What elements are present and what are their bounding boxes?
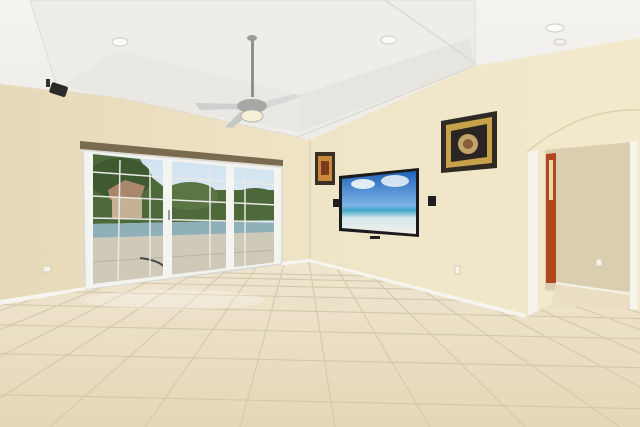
wall-mounted-tv — [339, 168, 419, 239]
speaker-right — [428, 196, 436, 206]
speaker-left — [333, 199, 339, 207]
framed-art-large — [441, 111, 497, 173]
framed-art-small — [315, 152, 335, 185]
wall-outlet — [454, 265, 461, 275]
room-photo — [0, 0, 640, 427]
wall-outlet — [42, 265, 52, 273]
